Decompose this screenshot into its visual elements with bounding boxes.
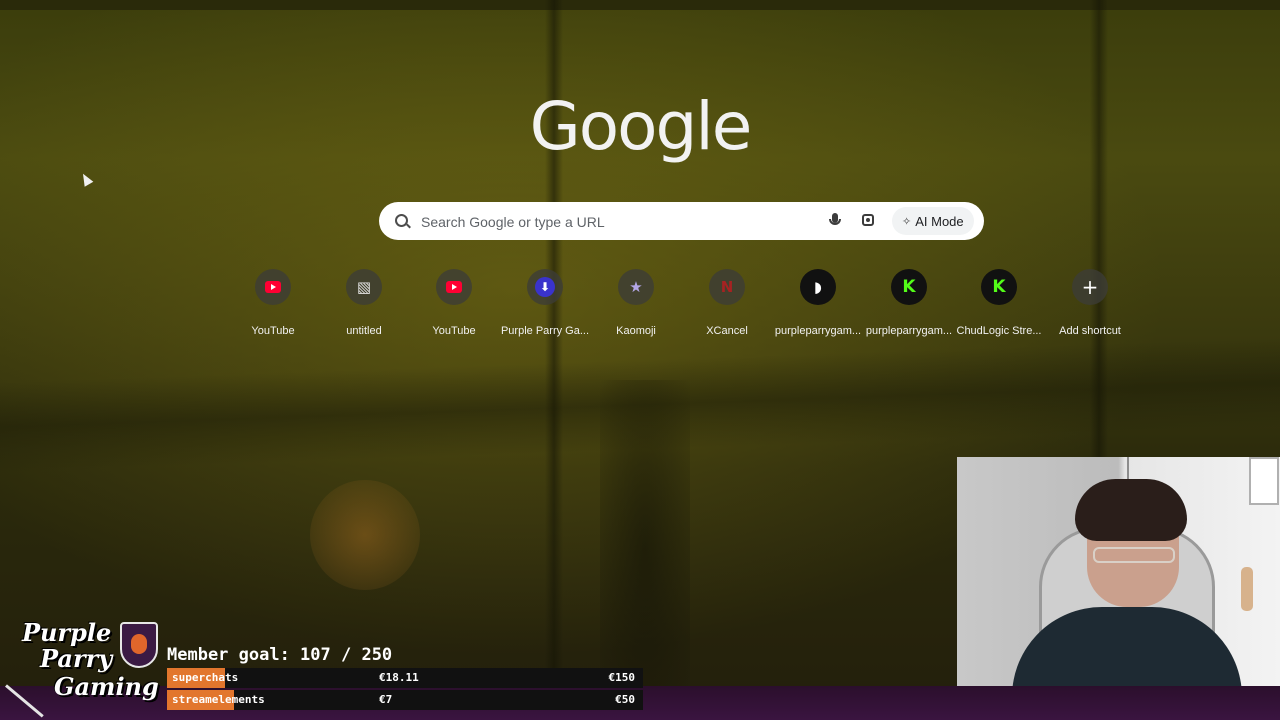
kick-icon: K: [981, 269, 1017, 305]
patreon-icon: ◗: [800, 269, 836, 305]
ai-sparkle-icon: ✧: [902, 215, 912, 228]
shortcut-label: YouTube: [432, 325, 476, 337]
goal-amount: €7: [379, 693, 393, 706]
star-icon: ★: [618, 269, 654, 305]
member-goal-text: Member goal: 107 / 250: [167, 645, 393, 665]
shortcut-label: purpleparrygam...: [865, 325, 953, 337]
shortcut-purple-parry[interactable]: ⬇ Purple Parry Ga...: [500, 268, 590, 337]
shortcut-label: Kaomoji: [616, 325, 656, 337]
webcam-feed: [957, 457, 1280, 687]
shortcut-label: XCancel: [706, 325, 748, 337]
shortcut-label: Add shortcut: [1059, 325, 1121, 337]
brand-line-2: Parry: [40, 644, 113, 673]
browser-new-tab-page: Google ✧ AI Mode YouTube ▧ untitled YouT…: [0, 0, 1280, 720]
shortcut-kick[interactable]: K purpleparrygam...: [864, 268, 954, 337]
shortcut-label: purpleparrygam...: [774, 325, 862, 337]
goal-target: €50: [615, 693, 635, 706]
shortcut-label: ChudLogic Stre...: [956, 325, 1042, 337]
goal-target: €150: [608, 671, 636, 684]
shortcut-youtube-2[interactable]: YouTube: [409, 268, 499, 337]
kick-icon: K: [891, 269, 927, 305]
webcam-person-glasses: [1093, 547, 1175, 563]
webcam-figurine: [1241, 567, 1253, 611]
add-shortcut-button[interactable]: + Add shortcut: [1045, 268, 1135, 337]
youtube-icon: [255, 269, 291, 305]
search-input[interactable]: [419, 210, 823, 234]
goal-name: superchats: [172, 671, 239, 684]
shield-icon: [120, 622, 158, 668]
brand-line-1: Purple: [22, 618, 112, 647]
shortcut-patreon[interactable]: ◗ purpleparrygam...: [773, 268, 863, 337]
plus-icon: +: [1072, 269, 1108, 305]
goal-bar-streamelements: streamelements €7 €50: [167, 690, 643, 710]
goal-amount: €18.11: [379, 671, 419, 684]
purple-parry-gaming-logo: Purple Parry Gaming: [4, 618, 164, 718]
search-icon: [395, 214, 408, 227]
shortcut-xcancel[interactable]: N XCancel: [682, 268, 772, 337]
ai-mode-label: AI Mode: [915, 213, 964, 229]
microphone-icon[interactable]: [829, 213, 841, 225]
youtube-icon: [436, 269, 472, 305]
webcam-picture-frame: [1249, 457, 1279, 505]
goal-bar-superchats: superchats €18.11 €150: [167, 668, 643, 688]
shortcut-chudlogic[interactable]: K ChudLogic Stre...: [954, 268, 1044, 337]
shortcut-kaomoji[interactable]: ★ Kaomoji: [591, 268, 681, 337]
goal-name: streamelements: [172, 693, 265, 706]
mouse-cursor-icon: [78, 171, 94, 187]
sword-icon: [5, 684, 44, 718]
background-light-blob: [310, 480, 420, 590]
document-icon: ▧: [346, 269, 382, 305]
search-box[interactable]: ✧ AI Mode: [379, 202, 984, 240]
x-cancel-icon: N: [709, 269, 745, 305]
google-lens-icon[interactable]: [862, 214, 874, 226]
background-top-band: [0, 0, 1280, 10]
shortcut-label: untitled: [346, 325, 382, 337]
purple-parry-icon: ⬇: [527, 269, 563, 305]
google-logo: Google: [529, 88, 753, 165]
webcam-person-hair: [1075, 479, 1187, 541]
brand-line-3: Gaming: [54, 672, 159, 701]
shortcut-label: YouTube: [251, 325, 295, 337]
shortcut-youtube[interactable]: YouTube: [228, 268, 318, 337]
ai-mode-button[interactable]: ✧ AI Mode: [892, 207, 974, 235]
shortcut-grid: YouTube ▧ untitled YouTube ⬇ Purple Parr…: [0, 268, 1280, 338]
shortcut-label: Purple Parry Ga...: [500, 325, 590, 337]
shortcut-untitled[interactable]: ▧ untitled: [319, 268, 409, 337]
